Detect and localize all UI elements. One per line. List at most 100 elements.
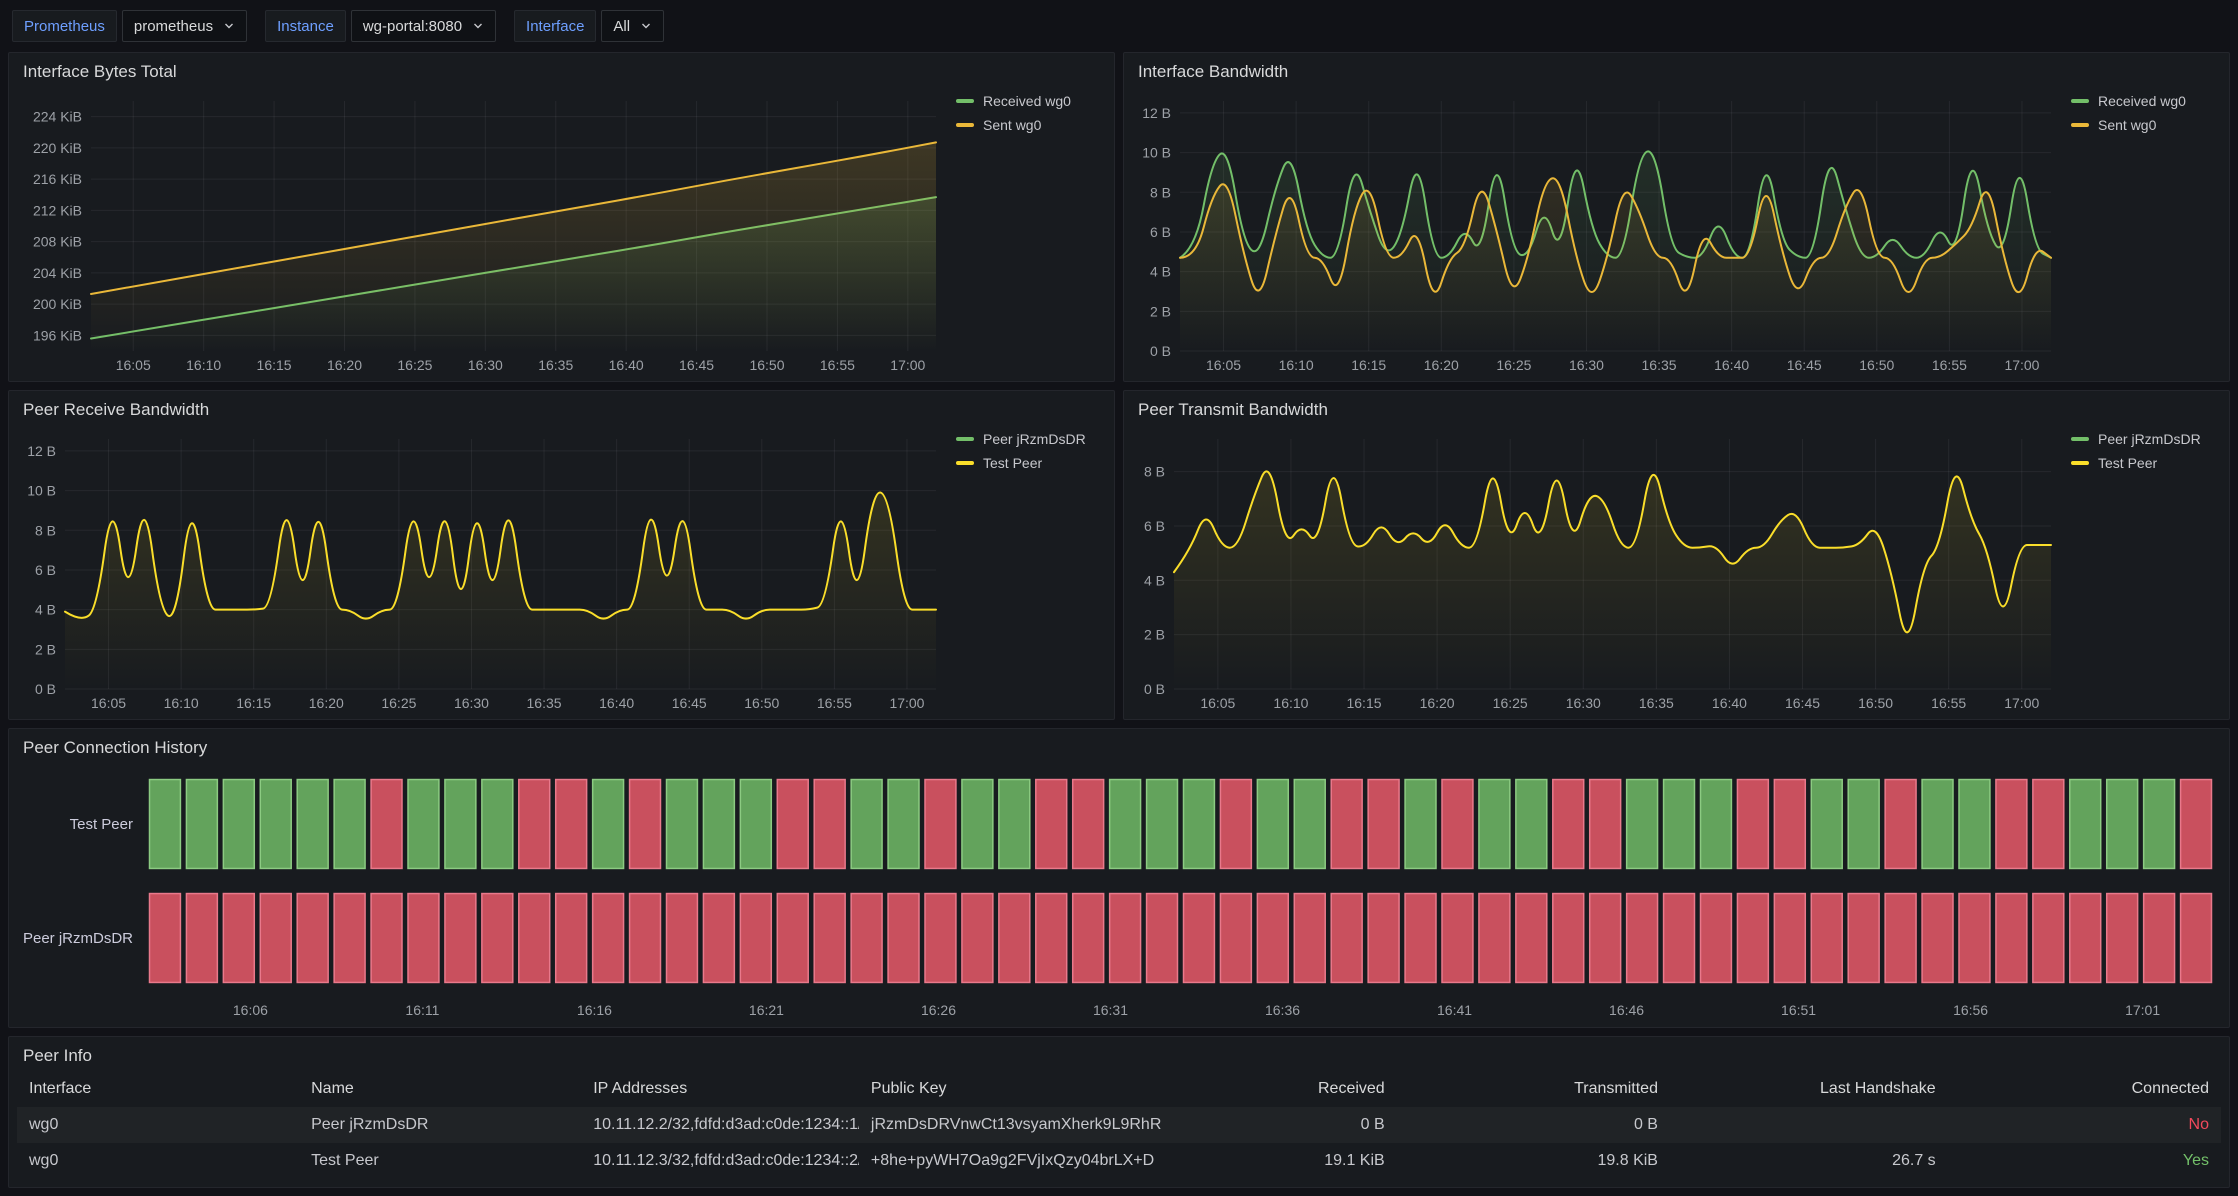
x-tick-label: 16:35 — [538, 357, 573, 373]
panel-title[interactable]: Peer Transmit Bandwidth — [1124, 391, 2229, 427]
status-bar-down — [1774, 780, 1805, 869]
status-bar-up — [1110, 780, 1141, 869]
chart-canvas: 0 B2 B4 B6 B8 B16:0516:1016:1516:2016:25… — [1130, 429, 2061, 715]
status-bar-down — [888, 894, 919, 983]
status-bar-down — [1885, 894, 1916, 983]
column-header-public-key[interactable]: Public Key — [859, 1071, 1238, 1107]
status-bar-down — [2107, 894, 2138, 983]
legend-item-test-peer[interactable]: Test Peer — [956, 455, 1042, 471]
y-tick-label: 224 KiB — [33, 109, 82, 125]
status-bar-down — [1627, 894, 1658, 983]
y-tick-label: 6 B — [1150, 224, 1171, 240]
y-tick-label: 212 KiB — [33, 202, 82, 218]
status-bar-down — [2181, 780, 2212, 869]
x-tick-label: 16:15 — [1351, 357, 1386, 373]
status-bar-up — [1516, 780, 1547, 869]
status-bar-up — [1147, 780, 1178, 869]
status-bar-up — [1294, 780, 1325, 869]
connected-cell: Yes — [1948, 1143, 2221, 1179]
y-tick-label: 2 B — [35, 641, 56, 657]
status-bar-down — [1959, 894, 1990, 983]
x-tick-label: 16:26 — [921, 1002, 956, 1018]
status-bar-up — [2070, 780, 2101, 869]
status-bar-up — [667, 780, 698, 869]
column-header-connected[interactable]: Connected — [1948, 1071, 2221, 1107]
legend-label: Received wg0 — [983, 93, 1071, 109]
legend-item-sent-wg0[interactable]: Sent wg0 — [956, 117, 1041, 133]
legend-item-received-wg0[interactable]: Received wg0 — [2071, 93, 2186, 109]
legend-item-peer-jrzmdsdr[interactable]: Peer jRzmDsDR — [956, 431, 1086, 447]
table-cell: Peer jRzmDsDR — [299, 1107, 581, 1143]
column-header-name[interactable]: Name — [299, 1071, 581, 1107]
legend-color-icon — [956, 461, 974, 465]
status-bar-down — [1147, 894, 1178, 983]
status-bar-up — [851, 780, 882, 869]
status-bar-down — [297, 894, 328, 983]
x-tick-label: 16:31 — [1093, 1002, 1128, 1018]
x-tick-label: 16:10 — [186, 357, 221, 373]
panel-peer-receive-bandwidth: Peer Receive Bandwidth 0 B2 B4 B6 B8 B10… — [8, 390, 1115, 720]
x-tick-label: 16:35 — [1639, 695, 1674, 711]
x-tick-label: 16:15 — [257, 357, 292, 373]
panel-title[interactable]: Peer Info — [9, 1037, 2229, 1073]
legend-color-icon — [2071, 123, 2089, 127]
status-bar-down — [519, 894, 550, 983]
variable-select-instance[interactable]: wg-portal:8080 — [351, 10, 496, 42]
legend-color-icon — [2071, 99, 2089, 103]
dashboard-row-2: Peer Receive Bandwidth 0 B2 B4 B6 B8 B10… — [8, 390, 2230, 720]
x-tick-label: 16:16 — [577, 1002, 612, 1018]
status-bar-down — [1294, 894, 1325, 983]
table-cell: 19.1 KiB — [1238, 1143, 1397, 1179]
x-tick-label: 16:05 — [1206, 357, 1241, 373]
x-tick-label: 16:50 — [1858, 695, 1893, 711]
status-bar-down — [2033, 894, 2064, 983]
legend-color-icon — [956, 437, 974, 441]
y-tick-label: 6 B — [1144, 518, 1165, 534]
chart-legend: Received wg0 Sent wg0 — [946, 91, 1108, 377]
column-header-ip-addresses[interactable]: IP Addresses — [581, 1071, 859, 1107]
panel-title[interactable]: Peer Receive Bandwidth — [9, 391, 1114, 427]
table-body: InterfaceNameIP AddressesPublic KeyRecei… — [17, 1071, 2221, 1187]
chart-plot-peer-transmit-bandwidth: 0 B2 B4 B6 B8 B16:0516:1016:1516:2016:25… — [1130, 429, 2061, 715]
chart-legend: Peer jRzmDsDR Test Peer — [946, 429, 1108, 715]
x-tick-label: 16:10 — [1273, 695, 1308, 711]
chart-plot-interface-bytes-total: 196 KiB200 KiB204 KiB208 KiB212 KiB216 K… — [15, 91, 946, 377]
y-tick-label: 4 B — [35, 602, 56, 618]
status-bar-down — [1036, 894, 1067, 983]
x-tick-label: 16:50 — [1859, 357, 1894, 373]
x-tick-label: 16:25 — [381, 695, 416, 711]
variable-select-prometheus[interactable]: prometheus — [122, 10, 247, 42]
x-tick-label: 16:11 — [405, 1002, 439, 1018]
x-tick-label: 17:00 — [2004, 357, 2039, 373]
panel-title[interactable]: Peer Connection History — [9, 729, 2229, 765]
panel-title[interactable]: Interface Bytes Total — [9, 53, 1114, 89]
status-bar-down — [1811, 894, 1842, 983]
legend-item-peer-jrzmdsdr[interactable]: Peer jRzmDsDR — [2071, 431, 2201, 447]
table-cell: wg0 — [17, 1143, 299, 1179]
panel-title[interactable]: Interface Bandwidth — [1124, 53, 2229, 89]
variable-select-interface[interactable]: All — [601, 10, 664, 42]
dashboard-row-1: Interface Bytes Total 196 KiB200 KiB204 … — [8, 52, 2230, 382]
column-header-interface[interactable]: Interface — [17, 1071, 299, 1107]
column-header-transmitted[interactable]: Transmitted — [1397, 1071, 1670, 1107]
panel-peer-info: Peer Info InterfaceNameIP AddressesPubli… — [8, 1036, 2230, 1188]
legend-label: Test Peer — [983, 455, 1042, 471]
legend-item-received-wg0[interactable]: Received wg0 — [956, 93, 1071, 109]
legend-color-icon — [2071, 437, 2089, 441]
legend-item-sent-wg0[interactable]: Sent wg0 — [2071, 117, 2156, 133]
status-bar-down — [1331, 894, 1362, 983]
status-bar-down — [777, 780, 808, 869]
status-bar-down — [1590, 780, 1621, 869]
variable-value-text: wg-portal:8080 — [363, 18, 462, 35]
table-row-peer-jrzmdsdr: wg0Peer jRzmDsDR10.11.12.2/32,fdfd:d3ad:… — [17, 1107, 2221, 1143]
chart-legend: Peer jRzmDsDR Test Peer — [2061, 429, 2223, 715]
y-tick-label: 204 KiB — [33, 265, 82, 281]
column-header-last-handshake[interactable]: Last Handshake — [1670, 1071, 1948, 1107]
panel-peer-connection-history: Peer Connection History Test PeerPeer jR… — [8, 728, 2230, 1028]
chevron-down-icon — [223, 20, 235, 32]
column-header-received[interactable]: Received — [1238, 1071, 1397, 1107]
status-bar-down — [1922, 894, 1953, 983]
legend-item-test-peer[interactable]: Test Peer — [2071, 455, 2157, 471]
y-tick-label: 8 B — [1150, 184, 1171, 200]
status-bar-down — [1516, 894, 1547, 983]
